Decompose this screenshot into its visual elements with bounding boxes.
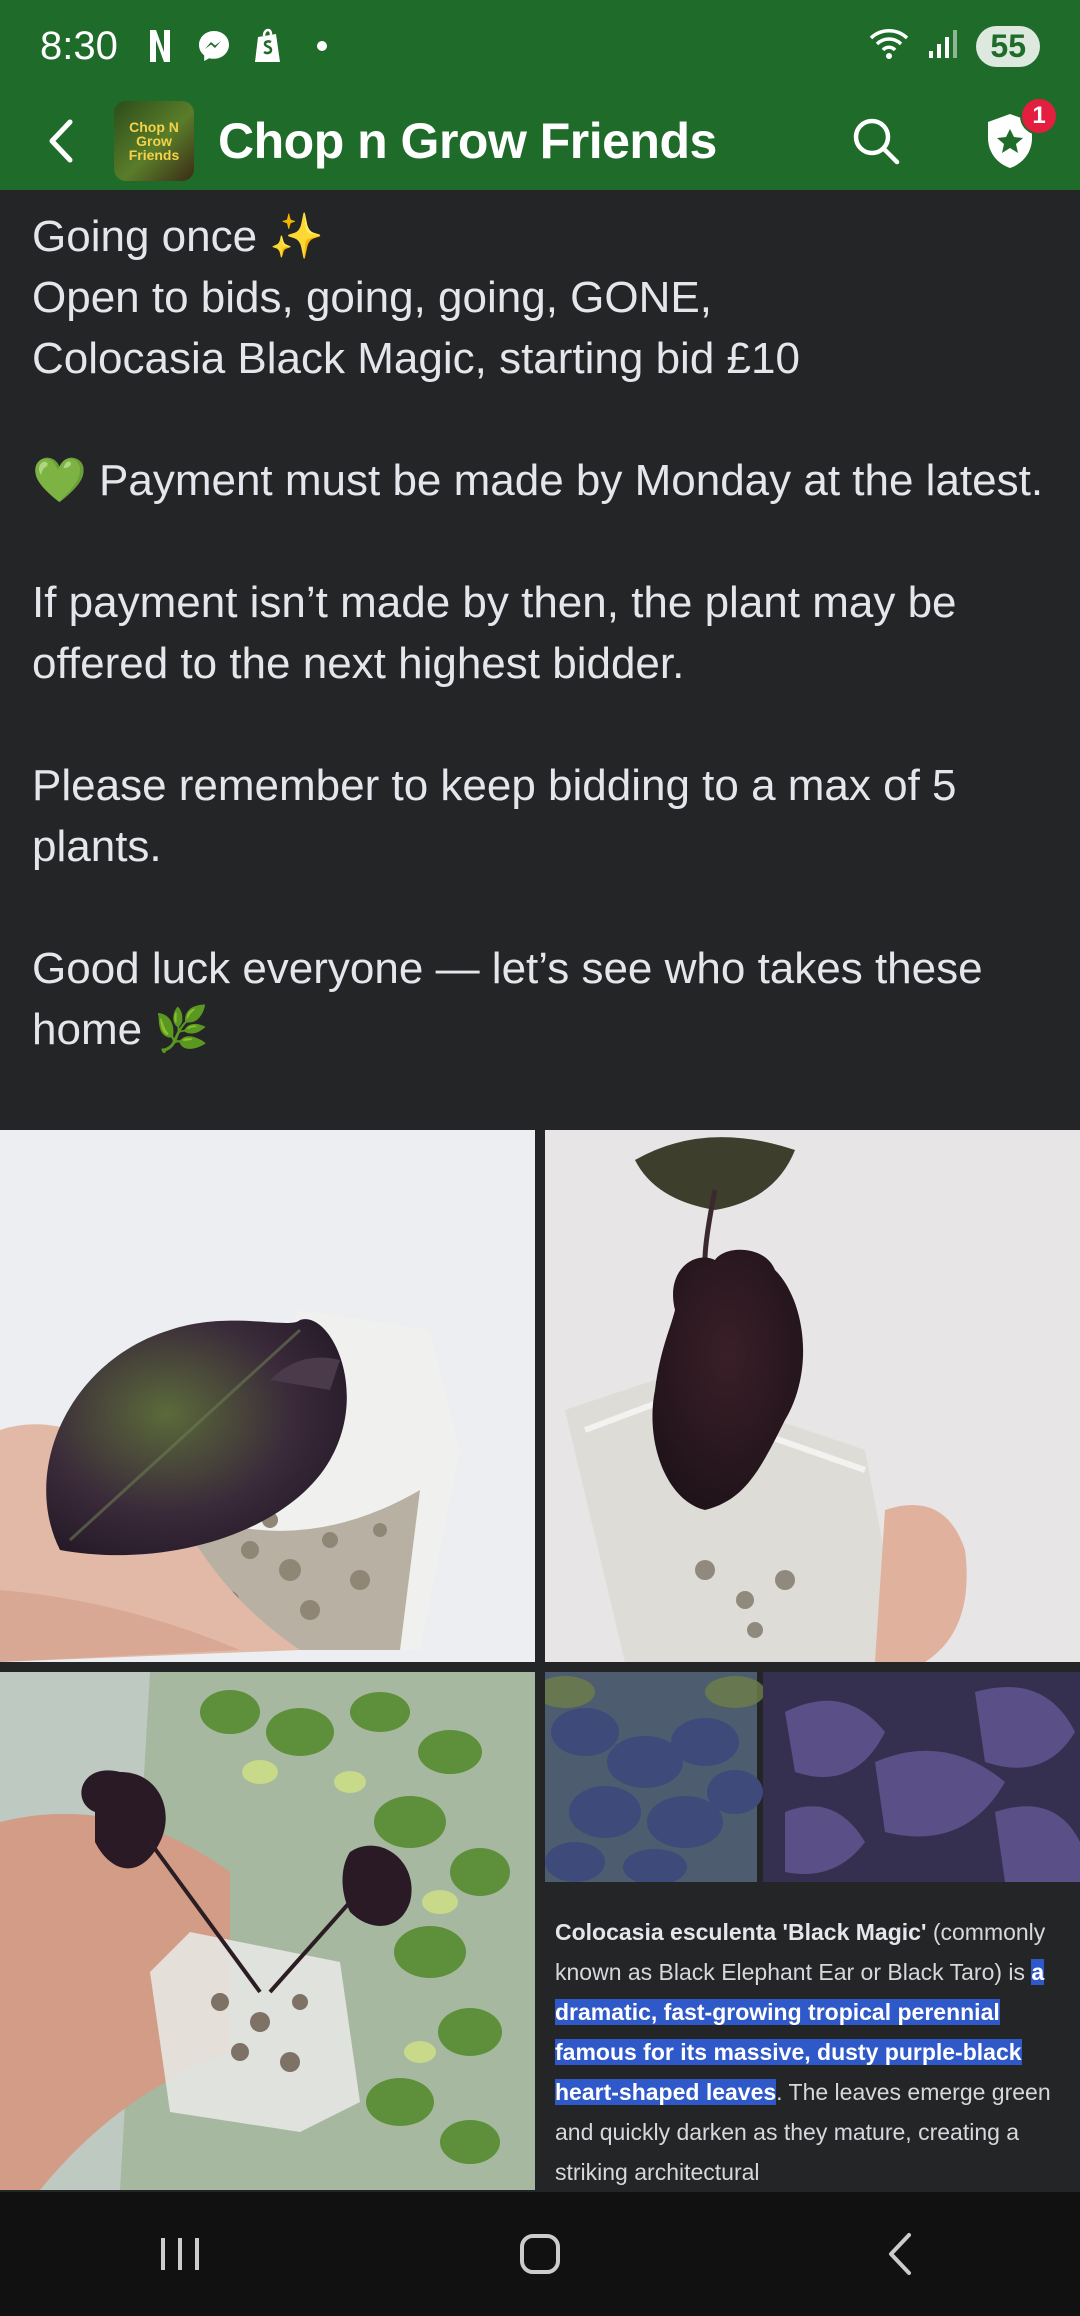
- post-line: Going once ✨: [32, 212, 325, 261]
- group-features-button[interactable]: 1: [978, 97, 1058, 173]
- post-line: If payment isn’t made by then, the plant…: [32, 578, 957, 688]
- wifi-icon: [868, 27, 910, 66]
- battery-icon: 55: [976, 25, 1040, 67]
- back-nav-button[interactable]: [855, 2214, 945, 2294]
- plant-description: Colocasia esculenta 'Black Magic' (commo…: [555, 1912, 1068, 2190]
- plant-photo-3[interactable]: [0, 1672, 535, 2190]
- status-bar: 8:30 55: [0, 0, 1080, 92]
- group-title[interactable]: Chop n Grow Friends: [218, 112, 717, 170]
- system-status: 55: [868, 25, 1040, 67]
- plant-photo-1[interactable]: [0, 1130, 535, 1662]
- clipped-line: [32, 190, 1048, 206]
- post-line: Open to bids, going, going, GONE,: [32, 273, 712, 322]
- home-icon: [520, 2234, 560, 2274]
- plant-photo-2[interactable]: [545, 1130, 1080, 1662]
- chevron-left-icon: [49, 119, 73, 163]
- search-icon: [853, 118, 900, 165]
- dot-icon: [302, 26, 342, 66]
- post-line: Colocasia Black Magic, starting bid £10: [32, 334, 800, 383]
- back-icon: [889, 2233, 911, 2275]
- post-line: Good luck everyone — let’s see who takes…: [32, 944, 983, 1054]
- system-nav-bar: [0, 2192, 1080, 2316]
- recent-apps-button[interactable]: [135, 2214, 225, 2294]
- notification-badge: 1: [1020, 97, 1058, 135]
- notification-icons: [140, 26, 342, 66]
- recent-apps-icon: [161, 2238, 199, 2270]
- group-avatar-logo: Chop N Grow Friends: [128, 119, 180, 163]
- photo-grid: Colocasia esculenta 'Black Magic' (commo…: [0, 1130, 1080, 2190]
- group-avatar[interactable]: Chop N Grow Friends: [114, 101, 194, 181]
- messenger-icon: [194, 26, 234, 66]
- search-button[interactable]: [844, 109, 908, 173]
- back-button[interactable]: [30, 109, 94, 173]
- signal-icon: [928, 29, 958, 64]
- status-time: 8:30: [40, 23, 118, 68]
- post-line: Please remember to keep bidding to a max…: [32, 761, 957, 871]
- plant-name: Colocasia esculenta 'Black Magic': [555, 1919, 927, 1945]
- info-images: [545, 1672, 1080, 1885]
- post-body: Going once ✨ Open to bids, going, going,…: [0, 190, 1080, 1130]
- netflix-icon: [140, 26, 180, 66]
- group-header: Chop N Grow Friends Chop n Grow Friends …: [0, 92, 1080, 190]
- home-button[interactable]: [495, 2214, 585, 2294]
- plant-info-screenshot[interactable]: Colocasia esculenta 'Black Magic' (commo…: [545, 1672, 1080, 2190]
- post-line: 💚 Payment must be made by Monday at the …: [32, 456, 1044, 505]
- shopify-icon: [248, 26, 288, 66]
